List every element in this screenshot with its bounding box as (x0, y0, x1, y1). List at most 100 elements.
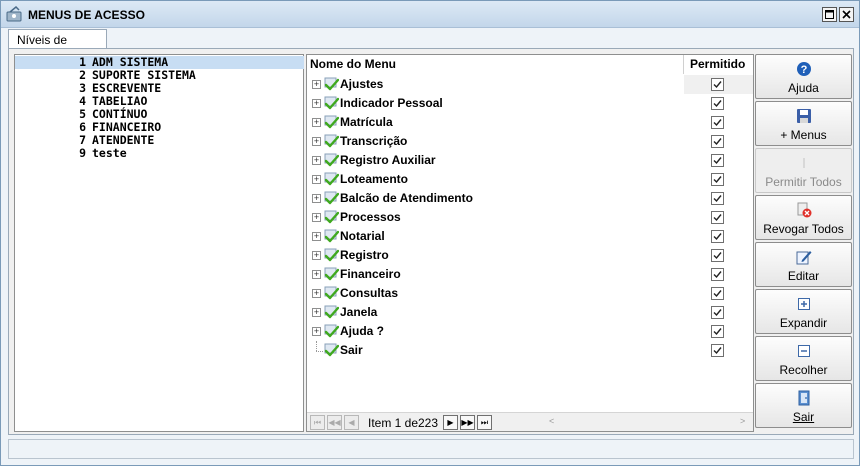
expand-node-icon[interactable]: + (312, 118, 321, 127)
menus-de-acesso-window: MENUS DE ACESSO Níveis de Acesso 1ADM SI… (0, 0, 860, 466)
permitted-cell (684, 151, 753, 170)
permitted-checkbox[interactable] (711, 97, 724, 110)
menu-tree-row[interactable]: + Balcão de Atendimento (307, 189, 753, 208)
expand-node-icon[interactable]: + (312, 213, 321, 222)
permitted-checkbox[interactable] (711, 192, 724, 205)
access-level-row[interactable]: 3 ESCREVENTE (15, 82, 304, 95)
expand-node-icon[interactable]: + (312, 289, 321, 298)
menu-tree-row[interactable]: + Ajustes (307, 75, 753, 94)
maximize-icon (825, 10, 834, 19)
access-level-row[interactable]: 9 teste (15, 147, 304, 160)
menu-tree-row[interactable]: + Janela (307, 303, 753, 322)
menu-tree-row[interactable]: + Ajuda ? (307, 322, 753, 341)
collapse-button-label: Recolher (779, 363, 828, 377)
access-level-number: 9 (79, 146, 86, 160)
tab-niveis-de-acesso[interactable]: Níveis de Acesso (8, 29, 107, 61)
menu-label: Ajustes (340, 77, 384, 91)
expand-node-icon[interactable]: + (312, 270, 321, 279)
permitted-cell (684, 265, 753, 284)
revoke-all-button[interactable]: Revogar Todos (755, 195, 852, 240)
menu-tree-row[interactable]: + Consultas (307, 284, 753, 303)
permitted-checkbox[interactable] (711, 211, 724, 224)
edit-button[interactable]: Editar (755, 242, 852, 287)
permitted-checkbox[interactable] (711, 249, 724, 262)
menu-tree-row[interactable]: + Processos (307, 208, 753, 227)
window-title: MENUS DE ACESSO (28, 8, 145, 22)
permitted-cell (684, 284, 753, 303)
help-button[interactable]: ? Ajuda (755, 54, 852, 99)
permitted-checkbox[interactable] (711, 173, 724, 186)
access-level-row[interactable]: 6 FINANCEIRO (15, 121, 304, 134)
prev-group-button[interactable]: ◀◀ (327, 415, 342, 430)
menu-tree-row[interactable]: + Indicador Pessoal (307, 94, 753, 113)
permitted-checkbox[interactable] (711, 154, 724, 167)
permitted-checkbox[interactable] (711, 116, 724, 129)
column-header-name[interactable]: Nome do Menu (310, 55, 396, 74)
menu-check-icon (324, 305, 339, 319)
allow-all-button[interactable]: Permitir Todos (755, 148, 852, 193)
menu-label: Janela (340, 305, 378, 319)
menu-tree-row[interactable]: Sair (307, 341, 753, 360)
menu-tree-row[interactable]: + Registro Auxiliar (307, 151, 753, 170)
close-button[interactable] (839, 7, 854, 22)
expand-node-icon[interactable]: + (312, 137, 321, 146)
permitted-cell (684, 132, 753, 151)
scroll-left-icon[interactable]: < (549, 416, 554, 426)
permitted-checkbox[interactable] (711, 230, 724, 243)
expand-node-icon[interactable]: + (312, 80, 321, 89)
permitted-cell (684, 322, 753, 341)
next-group-button[interactable]: ▶▶ (460, 415, 475, 430)
last-page-button[interactable]: ⏭ (477, 415, 492, 430)
maximize-button[interactable] (822, 7, 837, 22)
expand-node-icon[interactable]: + (312, 175, 321, 184)
menu-tree-row[interactable]: + Matrícula (307, 113, 753, 132)
expand-button[interactable]: Expandir (755, 289, 852, 334)
expand-node-icon[interactable]: + (312, 99, 321, 108)
menu-tree-row[interactable]: + Registro (307, 246, 753, 265)
menu-tree-row[interactable]: + Transcrição (307, 132, 753, 151)
status-bar (8, 439, 854, 459)
column-header-permitted[interactable]: Permitido (690, 55, 745, 74)
menu-check-icon (324, 153, 339, 167)
access-level-row[interactable]: 7 ATENDENTE (15, 134, 304, 147)
permitted-cell (684, 246, 753, 265)
expand-node-icon[interactable]: + (312, 156, 321, 165)
pager-item-label: Item 1 de (368, 416, 419, 430)
permitted-cell (684, 227, 753, 246)
checkmark-icon (713, 347, 722, 355)
permitted-checkbox[interactable] (711, 135, 724, 148)
expand-node-icon[interactable]: + (312, 251, 321, 260)
permitted-checkbox[interactable] (711, 325, 724, 338)
prev-page-button[interactable]: ◀ (344, 415, 359, 430)
checkmark-icon (713, 81, 722, 89)
permitted-checkbox[interactable] (711, 268, 724, 281)
permitted-checkbox[interactable] (711, 306, 724, 319)
horizontal-scrollbar[interactable]: < > (547, 416, 752, 429)
tab-content: 1 ADM SISTEMA 2 SUPORTE SISTEMA 3 ESCREVENTE 4… (8, 48, 854, 435)
menu-tree-row[interactable]: + Financeiro (307, 265, 753, 284)
access-levels-list[interactable]: 1 ADM SISTEMA 2 SUPORTE SISTEMA 3 ESCREVENTE 4… (14, 54, 304, 432)
permitted-cell (684, 303, 753, 322)
title-bar: MENUS DE ACESSO (1, 1, 859, 28)
collapse-button[interactable]: Recolher (755, 336, 852, 381)
menu-label: Sair (340, 343, 363, 357)
exit-button[interactable]: Sair (755, 383, 852, 428)
access-level-row[interactable]: 4 TABELIAO (15, 95, 304, 108)
expand-node-icon[interactable]: + (312, 327, 321, 336)
tree-connector-line (316, 341, 317, 351)
expand-node-icon[interactable]: + (312, 232, 321, 241)
expand-node-icon[interactable]: + (312, 194, 321, 203)
add-menus-button[interactable]: + Menus (755, 101, 852, 146)
exit-button-label: Sair (792, 410, 815, 424)
menu-tree-row[interactable]: + Notarial (307, 227, 753, 246)
permitted-checkbox[interactable] (711, 287, 724, 300)
permitted-checkbox[interactable] (711, 344, 724, 357)
menu-check-icon (324, 229, 339, 243)
first-page-button[interactable]: ⏮ (310, 415, 325, 430)
permitted-cell (684, 341, 753, 360)
scroll-right-icon[interactable]: > (740, 416, 745, 426)
expand-node-icon[interactable]: + (312, 308, 321, 317)
menu-tree-row[interactable]: + Loteamento (307, 170, 753, 189)
next-page-button[interactable]: ▶ (443, 415, 458, 430)
permitted-checkbox[interactable] (711, 78, 724, 91)
